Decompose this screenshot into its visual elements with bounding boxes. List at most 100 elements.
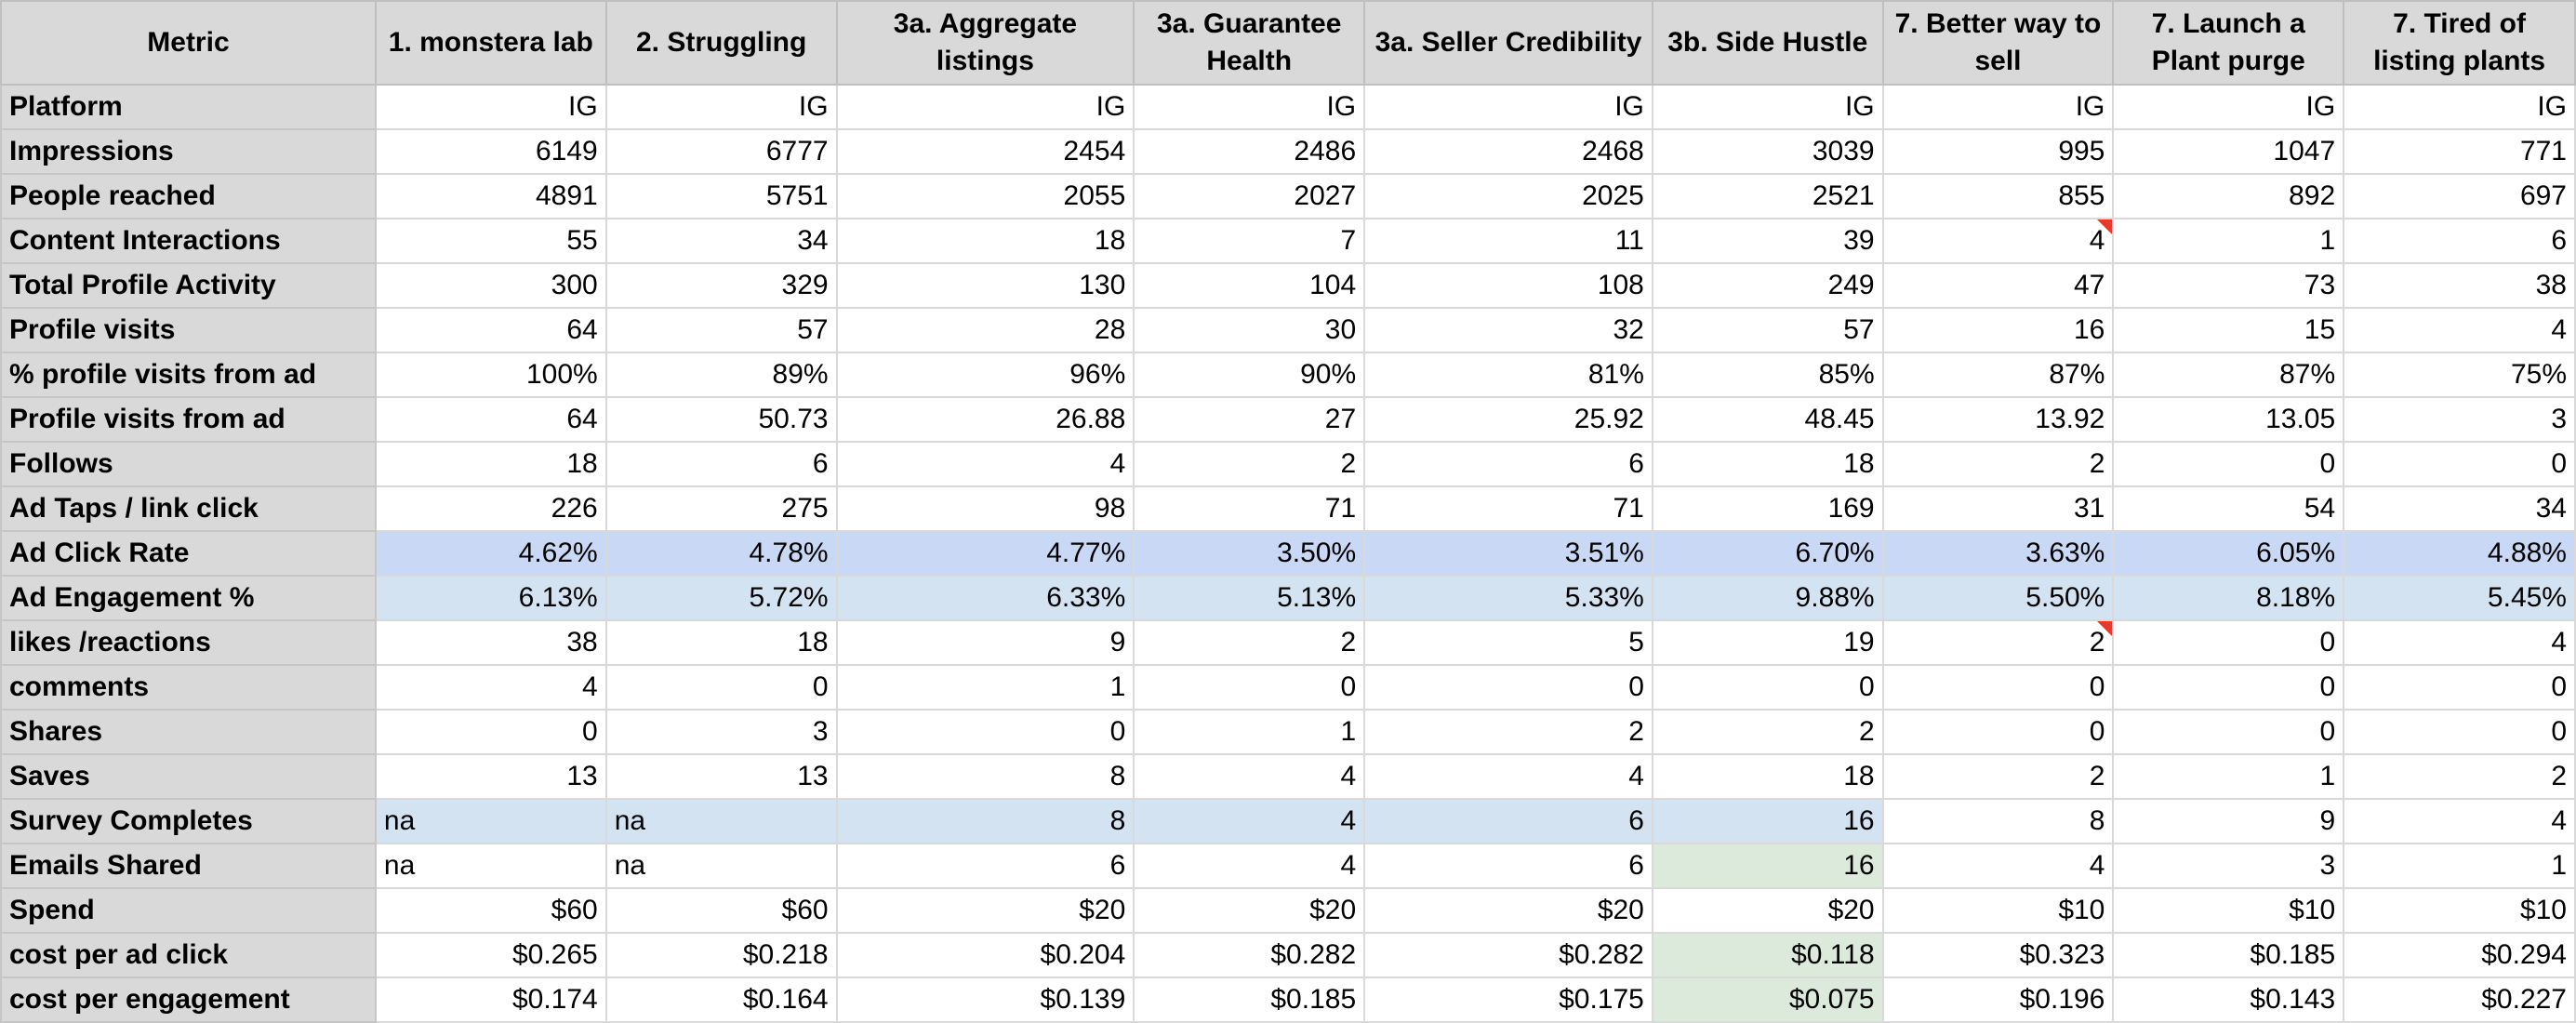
- row-label[interactable]: Profile visits: [0, 307, 377, 353]
- table-cell[interactable]: 3: [2343, 396, 2576, 443]
- row-label[interactable]: Follows: [0, 441, 377, 487]
- table-cell[interactable]: 1: [1133, 709, 1366, 755]
- table-cell[interactable]: 1: [835, 664, 1135, 711]
- table-cell[interactable]: 13.05: [2112, 396, 2345, 443]
- table-cell[interactable]: 64: [374, 307, 607, 353]
- table-cell[interactable]: 0: [2112, 619, 2345, 666]
- table-cell[interactable]: 771: [2343, 128, 2576, 175]
- table-cell[interactable]: 34: [2343, 485, 2576, 532]
- table-cell[interactable]: 2454: [835, 128, 1135, 175]
- table-cell[interactable]: 27: [1133, 396, 1366, 443]
- table-cell[interactable]: 48.45: [1651, 396, 1884, 443]
- table-cell[interactable]: $0.174: [374, 976, 607, 1023]
- table-cell[interactable]: $60: [604, 887, 838, 934]
- table-cell[interactable]: 89%: [604, 352, 838, 398]
- table-cell[interactable]: 13: [374, 753, 607, 800]
- table-cell[interactable]: 26.88: [835, 396, 1135, 443]
- row-label[interactable]: Saves: [0, 753, 377, 800]
- table-cell[interactable]: 2486: [1133, 128, 1366, 175]
- table-cell[interactable]: IG: [1363, 84, 1653, 130]
- table-cell[interactable]: 4.78%: [604, 530, 838, 577]
- table-cell[interactable]: 28: [835, 307, 1135, 353]
- table-cell[interactable]: $0.175: [1363, 976, 1653, 1023]
- table-cell[interactable]: 47: [1881, 262, 2115, 309]
- table-cell[interactable]: $10: [2343, 887, 2576, 934]
- table-cell[interactable]: $0.227: [2343, 976, 2576, 1023]
- table-cell[interactable]: 54: [2112, 485, 2345, 532]
- row-label[interactable]: Ad Taps / link click: [0, 485, 377, 532]
- table-cell[interactable]: 57: [604, 307, 838, 353]
- table-cell[interactable]: 0: [2112, 441, 2345, 487]
- table-cell[interactable]: 6: [835, 843, 1135, 889]
- table-cell[interactable]: 5.33%: [1363, 575, 1653, 621]
- table-cell[interactable]: 2468: [1363, 128, 1653, 175]
- table-cell[interactable]: 38: [2343, 262, 2576, 309]
- table-cell[interactable]: 9.88%: [1651, 575, 1884, 621]
- table-cell[interactable]: 226: [374, 485, 607, 532]
- row-label[interactable]: % profile visits from ad: [0, 352, 377, 398]
- table-cell[interactable]: 4: [835, 441, 1135, 487]
- table-cell[interactable]: 0: [1881, 664, 2115, 711]
- table-cell[interactable]: 18: [1651, 441, 1884, 487]
- table-cell[interactable]: 4: [1133, 843, 1366, 889]
- table-cell[interactable]: 2521: [1651, 173, 1884, 219]
- table-cell[interactable]: $10: [1881, 887, 2115, 934]
- table-cell[interactable]: 892: [2112, 173, 2345, 219]
- table-cell[interactable]: 15: [2112, 307, 2345, 353]
- table-cell[interactable]: 0: [1133, 664, 1366, 711]
- table-cell[interactable]: 4: [1133, 753, 1366, 800]
- table-cell[interactable]: 8: [835, 798, 1135, 844]
- table-cell[interactable]: 3: [604, 709, 838, 755]
- table-cell[interactable]: 100%: [374, 352, 607, 398]
- table-cell[interactable]: $0.218: [604, 932, 838, 978]
- table-cell[interactable]: 98: [835, 485, 1135, 532]
- row-label[interactable]: Ad Engagement %: [0, 575, 377, 621]
- table-cell[interactable]: $0.265: [374, 932, 607, 978]
- table-cell[interactable]: $20: [835, 887, 1135, 934]
- table-cell[interactable]: 18: [374, 441, 607, 487]
- table-cell[interactable]: 4: [374, 664, 607, 711]
- table-cell[interactable]: 71: [1133, 485, 1366, 532]
- table-cell[interactable]: 55: [374, 218, 607, 264]
- table-cell[interactable]: 130: [835, 262, 1135, 309]
- table-cell[interactable]: 104: [1133, 262, 1366, 309]
- table-cell[interactable]: 3: [2112, 843, 2345, 889]
- table-cell[interactable]: 13: [604, 753, 838, 800]
- table-cell[interactable]: $20: [1363, 887, 1653, 934]
- table-cell[interactable]: 90%: [1133, 352, 1366, 398]
- table-cell[interactable]: 0: [835, 709, 1135, 755]
- table-cell[interactable]: $0.185: [2112, 932, 2345, 978]
- table-cell[interactable]: 6: [604, 441, 838, 487]
- table-cell[interactable]: 6777: [604, 128, 838, 175]
- table-cell[interactable]: 1047: [2112, 128, 2345, 175]
- table-cell[interactable]: 5.50%: [1881, 575, 2115, 621]
- table-cell[interactable]: 87%: [2112, 352, 2345, 398]
- table-cell[interactable]: 6.70%: [1651, 530, 1884, 577]
- column-header-guarantee-health[interactable]: 3a. Guarantee Health: [1133, 0, 1366, 86]
- table-cell[interactable]: 75%: [2343, 352, 2576, 398]
- table-cell[interactable]: 2055: [835, 173, 1135, 219]
- table-cell[interactable]: 9: [2112, 798, 2345, 844]
- table-cell[interactable]: 0: [374, 709, 607, 755]
- table-cell[interactable]: 6: [2343, 218, 2576, 264]
- table-cell[interactable]: 16: [1651, 843, 1884, 889]
- table-cell[interactable]: $20: [1133, 887, 1366, 934]
- table-cell[interactable]: 31: [1881, 485, 2115, 532]
- table-cell[interactable]: IG: [1881, 84, 2115, 130]
- table-cell[interactable]: 0: [2112, 709, 2345, 755]
- table-cell[interactable]: 0: [2343, 664, 2576, 711]
- table-cell[interactable]: $0.282: [1133, 932, 1366, 978]
- table-cell[interactable]: 6.05%: [2112, 530, 2345, 577]
- row-label[interactable]: Ad Click Rate: [0, 530, 377, 577]
- table-cell[interactable]: 4.88%: [2343, 530, 2576, 577]
- column-header-struggling[interactable]: 2. Struggling: [604, 0, 838, 86]
- table-cell[interactable]: 96%: [835, 352, 1135, 398]
- table-cell[interactable]: 249: [1651, 262, 1884, 309]
- row-label[interactable]: likes /reactions: [0, 619, 377, 666]
- table-cell[interactable]: 0: [2112, 664, 2345, 711]
- table-cell[interactable]: 64: [374, 396, 607, 443]
- table-cell[interactable]: 4: [1133, 798, 1366, 844]
- table-cell[interactable]: IG: [835, 84, 1135, 130]
- table-cell[interactable]: 108: [1363, 262, 1653, 309]
- table-cell[interactable]: $0.075: [1651, 976, 1884, 1023]
